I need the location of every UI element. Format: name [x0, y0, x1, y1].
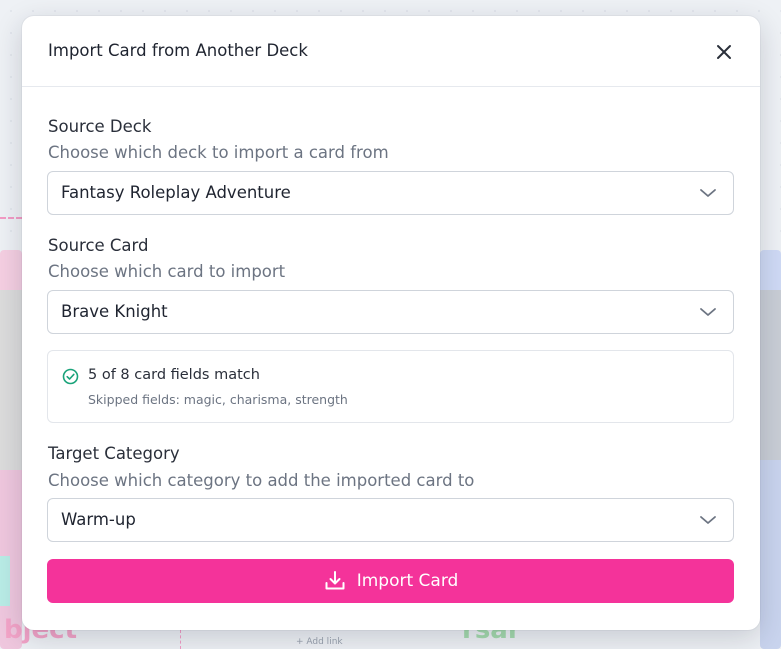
target-category-help: Choose which category to add the importe… [48, 471, 475, 490]
source-deck-help: Choose which deck to import a card from [48, 143, 389, 162]
source-deck-select[interactable]: Fantasy Roleplay Adventure [47, 171, 734, 215]
skipped-fields-text: Skipped fields: magic, charisma, strengt… [88, 392, 348, 407]
import-card-button-label: Import Card [356, 571, 459, 591]
canvas-connector-vertical [180, 630, 181, 649]
check-circle-icon [62, 368, 79, 385]
source-card-label: Source Card [48, 236, 149, 255]
chevron-down-icon [700, 308, 716, 316]
chevron-down-icon [700, 189, 716, 197]
match-count-text: 5 of 8 card fields match [88, 367, 260, 383]
canvas-connector [0, 217, 22, 219]
target-category-label: Target Category [48, 444, 180, 463]
target-category-value: Warm-up [61, 510, 136, 529]
download-icon [325, 571, 345, 590]
source-deck-label: Source Deck [48, 117, 152, 136]
background-tag [0, 556, 10, 606]
import-card-dialog: Import Card from Another Deck Source Dec… [22, 16, 760, 630]
background-card-right [760, 250, 781, 649]
import-card-button[interactable]: Import Card [47, 559, 734, 603]
chevron-down-icon [700, 516, 716, 524]
close-button[interactable] [712, 40, 736, 64]
close-icon [717, 45, 731, 59]
source-card-select[interactable]: Brave Knight [47, 290, 734, 334]
source-deck-value: Fantasy Roleplay Adventure [61, 183, 291, 202]
source-card-value: Brave Knight [61, 302, 168, 321]
target-category-select[interactable]: Warm-up [47, 498, 734, 542]
field-match-summary: 5 of 8 card fields match Skipped fields:… [47, 350, 734, 423]
background-add-link: + Add link [296, 637, 343, 647]
dialog-header: Import Card from Another Deck [22, 16, 760, 87]
dialog-title: Import Card from Another Deck [48, 41, 308, 60]
source-card-help: Choose which card to import [48, 262, 286, 281]
